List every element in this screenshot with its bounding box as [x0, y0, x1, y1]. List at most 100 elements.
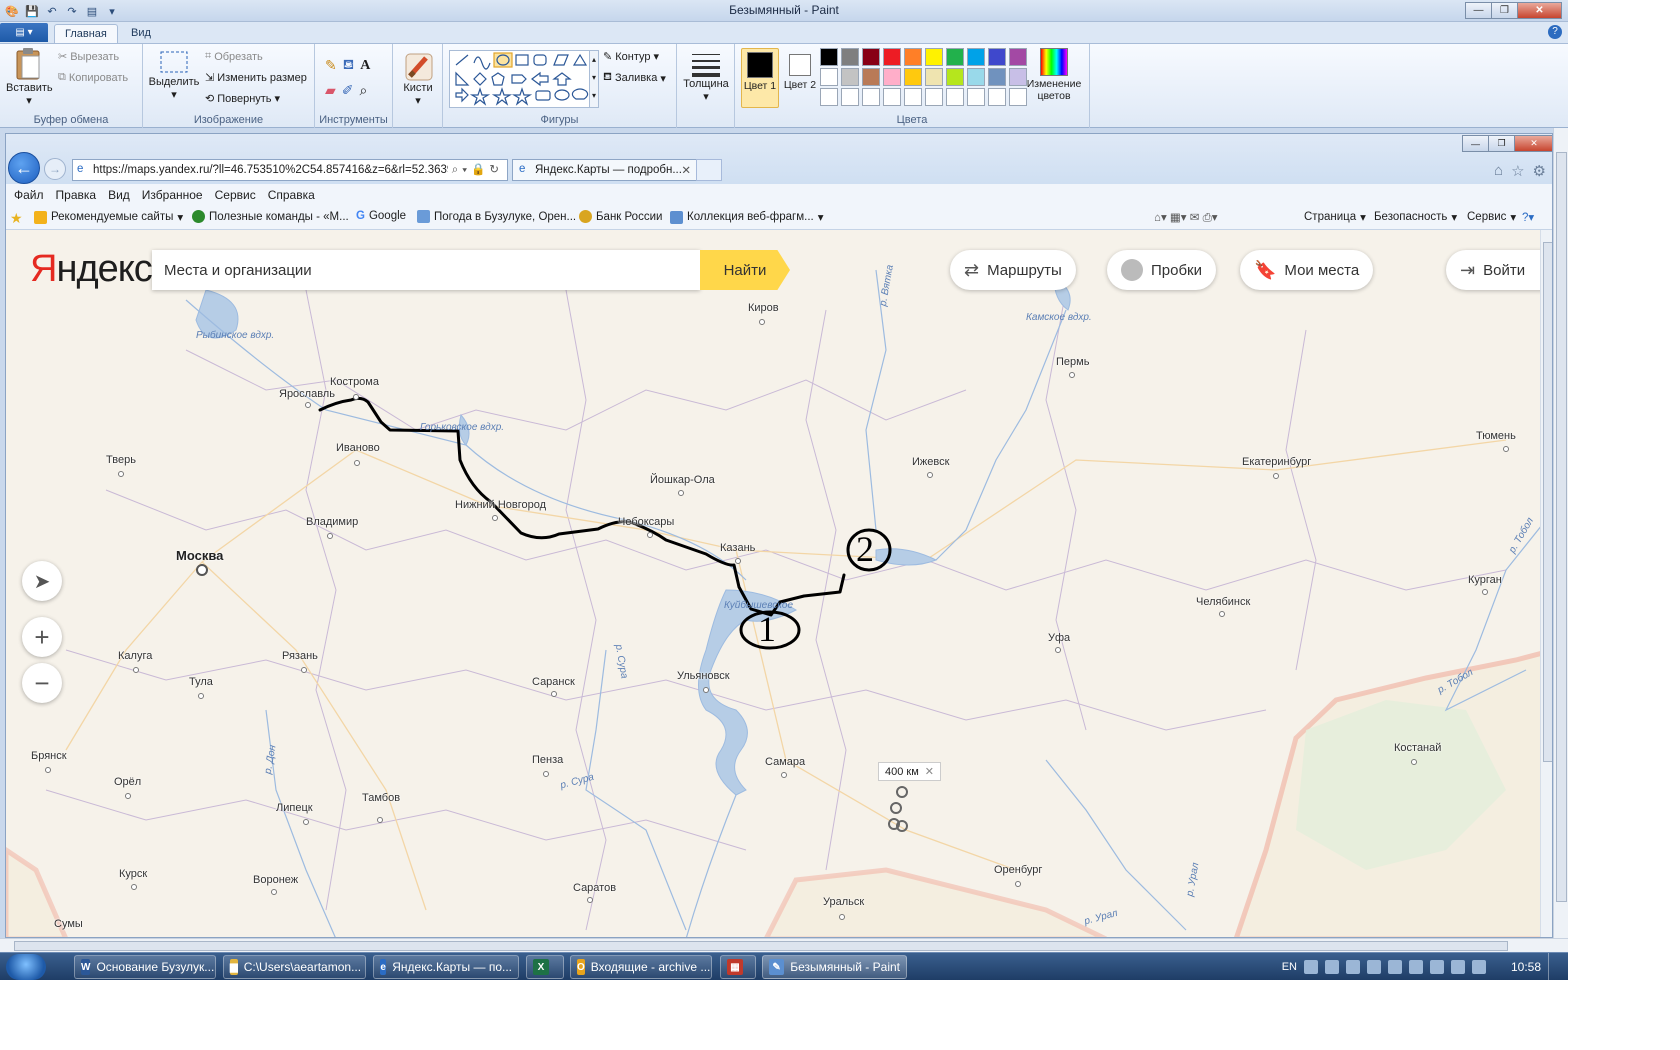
- file-menu-button[interactable]: ▤ ▾: [0, 23, 48, 42]
- tray-icon[interactable]: [1303, 960, 1318, 974]
- tab-view[interactable]: Вид: [121, 24, 161, 43]
- fill-icon[interactable]: ⛾: [343, 56, 354, 75]
- palette-swatch[interactable]: [862, 88, 880, 106]
- routes-button[interactable]: ⇄ Маршруты: [950, 250, 1076, 290]
- help-circle-icon[interactable]: ?▾: [1522, 210, 1534, 224]
- eraser-icon[interactable]: ▰: [325, 82, 336, 99]
- paint-horizontal-scrollbar[interactable]: [0, 938, 1568, 952]
- paste-button[interactable]: Вставить ▾: [6, 48, 53, 107]
- palette-swatch[interactable]: [841, 68, 859, 86]
- palette-swatch[interactable]: [946, 88, 964, 106]
- yandex-logo[interactable]: Яндекс: [30, 248, 153, 291]
- network-icon[interactable]: [1429, 960, 1444, 974]
- tray-icon[interactable]: [1366, 960, 1381, 974]
- ie-restore-button[interactable]: ❐: [1488, 135, 1515, 152]
- fav-item-webslices[interactable]: Коллекция веб-фрагм... ▾: [670, 210, 824, 224]
- palette-swatch[interactable]: [841, 88, 859, 106]
- palette-swatch[interactable]: [904, 48, 922, 66]
- edit-colors-button[interactable]: Изменение цветов: [1023, 48, 1085, 102]
- login-button[interactable]: ⇥ Войти: [1446, 250, 1552, 290]
- taskbar-item-explorer[interactable]: ▆ C:\Users\aeartamon...: [223, 955, 366, 979]
- forward-button[interactable]: →: [44, 158, 66, 180]
- palette-swatch[interactable]: [820, 88, 838, 106]
- new-tab-button[interactable]: [696, 159, 722, 181]
- my-places-button[interactable]: 🔖 Мои места: [1240, 250, 1374, 290]
- command-safety[interactable]: Безопасность ▾: [1374, 210, 1457, 224]
- color-picker-icon[interactable]: ✐: [342, 82, 354, 99]
- palette-swatch[interactable]: [862, 68, 880, 86]
- minimize-button[interactable]: —: [1465, 2, 1492, 19]
- outline-button[interactable]: ✎ Контур ▾: [603, 50, 659, 64]
- paint-hscroll-thumb[interactable]: [14, 941, 1508, 951]
- start-button[interactable]: [6, 954, 46, 980]
- fav-item-bank[interactable]: Банк России: [579, 210, 662, 223]
- favorites-star-add-icon[interactable]: ★: [10, 210, 23, 227]
- menu-favorites[interactable]: Избранное: [142, 188, 203, 202]
- palette-swatch[interactable]: [883, 68, 901, 86]
- palette-swatch[interactable]: [925, 88, 943, 106]
- palette-swatch[interactable]: [967, 48, 985, 66]
- palette-swatch[interactable]: [904, 68, 922, 86]
- address-bar[interactable]: e https://maps.yandex.ru/?ll=46.753510%2…: [72, 159, 508, 181]
- palette-swatch[interactable]: [883, 48, 901, 66]
- text-icon[interactable]: A: [360, 58, 370, 74]
- home-icon[interactable]: ⌂: [1494, 162, 1503, 180]
- resize-button[interactable]: ⇲ Изменить размер: [205, 71, 307, 85]
- palette-swatch[interactable]: [967, 68, 985, 86]
- palette-swatch[interactable]: [946, 48, 964, 66]
- zoom-in-button[interactable]: +: [22, 617, 62, 657]
- browser-tab[interactable]: e Яндекс.Карты — подробн... ✕: [512, 159, 698, 181]
- clock[interactable]: 10:58: [1511, 960, 1541, 974]
- tray-icon[interactable]: [1324, 960, 1339, 974]
- fill-button[interactable]: ⛾ Заливка ▾: [603, 71, 666, 85]
- menu-view[interactable]: Вид: [108, 188, 130, 202]
- palette-swatch[interactable]: [925, 48, 943, 66]
- brushes-button[interactable]: Кисти ▾: [399, 50, 437, 107]
- map-search-input[interactable]: Места и организации: [152, 250, 700, 290]
- command-page[interactable]: Страница ▾: [1304, 210, 1366, 224]
- palette-swatch[interactable]: [883, 88, 901, 106]
- tray-icon[interactable]: [1345, 960, 1360, 974]
- tab-home[interactable]: Главная: [54, 24, 118, 43]
- commandbar-icons[interactable]: ⌂▾ ▦▾ ✉ ⎙▾: [1154, 210, 1218, 225]
- cut-button[interactable]: ✂ Вырезать: [58, 50, 119, 64]
- ie-close-button[interactable]: ✕: [1514, 135, 1552, 152]
- menu-edit[interactable]: Правка: [56, 188, 97, 202]
- color2-button[interactable]: Цвет 2: [783, 48, 817, 91]
- fav-item-google[interactable]: G Google: [356, 210, 406, 222]
- palette-swatch[interactable]: [946, 68, 964, 86]
- pencil-icon[interactable]: ✎: [325, 57, 337, 74]
- pasted-browser-screenshot[interactable]: — ❐ ✕ ← → e https://maps.yandex.ru/?ll=4…: [5, 133, 1553, 938]
- favorites-star-icon[interactable]: ☆: [1511, 162, 1524, 180]
- traffic-button[interactable]: Пробки: [1107, 250, 1216, 290]
- help-icon[interactable]: ?: [1548, 25, 1562, 39]
- ie-vertical-scrollbar[interactable]: [1540, 230, 1552, 937]
- palette-swatch[interactable]: [820, 48, 838, 66]
- shapes-scroll[interactable]: ▴ ▾ ▾: [589, 50, 599, 108]
- palette-swatch[interactable]: [988, 88, 1006, 106]
- fav-item-commands[interactable]: Полезные команды - «М...: [192, 210, 349, 223]
- taskbar-item-excel[interactable]: X: [526, 955, 564, 979]
- fav-item-weather[interactable]: Погода в Бузулуке, Орен...: [417, 210, 576, 223]
- copy-button[interactable]: ⧉ Копировать: [58, 71, 128, 84]
- palette-swatch[interactable]: [988, 48, 1006, 66]
- back-button[interactable]: ←: [8, 152, 40, 184]
- taskbar-item-word[interactable]: W Основание Бузулук...: [74, 955, 216, 979]
- language-indicator[interactable]: EN: [1282, 961, 1297, 973]
- ie-minimize-button[interactable]: —: [1462, 135, 1489, 152]
- maximize-button[interactable]: ❐: [1491, 2, 1518, 19]
- menu-file[interactable]: Файл: [14, 188, 44, 202]
- command-tools[interactable]: Сервис ▾: [1467, 210, 1516, 224]
- find-button[interactable]: Найти: [700, 250, 790, 290]
- palette-swatch[interactable]: [967, 88, 985, 106]
- magnifier-icon[interactable]: ⌕: [360, 82, 368, 99]
- paint-vertical-scrollbar[interactable]: [1553, 128, 1568, 938]
- paint-vscroll-thumb[interactable]: [1556, 152, 1567, 902]
- volume-icon[interactable]: [1408, 960, 1423, 974]
- tray-icon[interactable]: [1387, 960, 1402, 974]
- close-icon[interactable]: ✕: [925, 765, 934, 778]
- tray-icon[interactable]: [1471, 960, 1486, 974]
- yandex-map[interactable]: Москва Ярославль Кострома Иваново Тверь …: [6, 230, 1552, 937]
- crop-button[interactable]: ⌗ Обрезать: [205, 50, 263, 63]
- geolocation-button[interactable]: ➤: [22, 561, 62, 601]
